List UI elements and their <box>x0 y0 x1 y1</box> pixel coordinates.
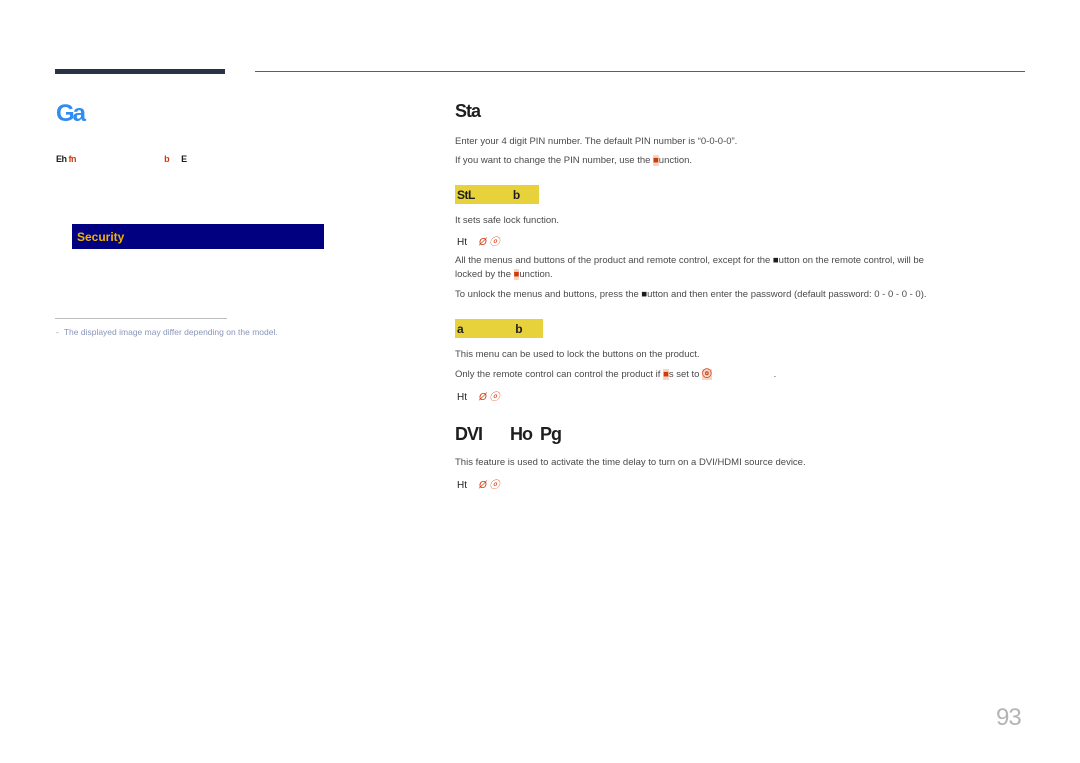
section-2-options: Ht Ø ⓞ <box>457 476 500 491</box>
options-values: Ø ⓞ <box>479 480 500 491</box>
note-text: The displayed image may differ depending… <box>63 327 278 337</box>
chapter-title: Ga <box>56 100 86 127</box>
menu-path-item-1: Eh <box>56 154 67 164</box>
menu-path-item-4: E <box>181 154 187 164</box>
menu-path-item-3: b <box>164 154 170 164</box>
button-lock-desc: This menu can be used to lock the button… <box>455 349 700 360</box>
pin-paragraph-2: If you want to change the PIN number, us… <box>455 155 693 166</box>
menu-highlight-label: Security <box>77 229 125 244</box>
page-number: 93 <box>996 704 1022 731</box>
pin-paragraph-1: Enter your 4 digit PIN number. The defau… <box>455 136 738 147</box>
options-label: Ht <box>457 392 467 403</box>
menu-path: Eh fn b E <box>56 154 187 164</box>
options-label: Ht <box>457 480 467 491</box>
options-values: Ø ⓞ <box>479 237 500 248</box>
menu-path-item-2: fn <box>68 154 77 164</box>
header-rule-thick <box>55 69 225 74</box>
safe-lock-options: Ht Ø ⓞ <box>457 233 500 248</box>
note-dash: - <box>56 327 59 337</box>
menu-screenshot-highlight: Security <box>72 224 324 249</box>
options-values: Ø ⓞ <box>479 392 500 403</box>
section-title-1: Sta <box>455 101 481 121</box>
section-title-2: DVI Ho Pg <box>455 424 562 444</box>
note-divider <box>55 318 227 319</box>
note: - The displayed image may differ dependin… <box>56 327 278 337</box>
header-rule-thin <box>255 71 1025 72</box>
section-2-desc: This feature is used to activate the tim… <box>455 457 806 468</box>
button-lock-options: Ht Ø ⓞ <box>457 388 500 403</box>
button-lock-paragraph-1: Only the remote control can control the … <box>455 369 777 380</box>
safe-lock-paragraph-1: All the menus and buttons of the product… <box>455 255 924 280</box>
options-label: Ht <box>457 237 467 248</box>
subsection-title-safe-lock: StL b <box>455 185 539 204</box>
safe-lock-desc: It sets safe lock function. <box>455 215 560 226</box>
subsection-title-button-lock: a b <box>455 319 543 338</box>
value-glyph: ⓞ <box>702 369 712 380</box>
safe-lock-paragraph-2: To unlock the menus and buttons, press t… <box>455 289 927 300</box>
